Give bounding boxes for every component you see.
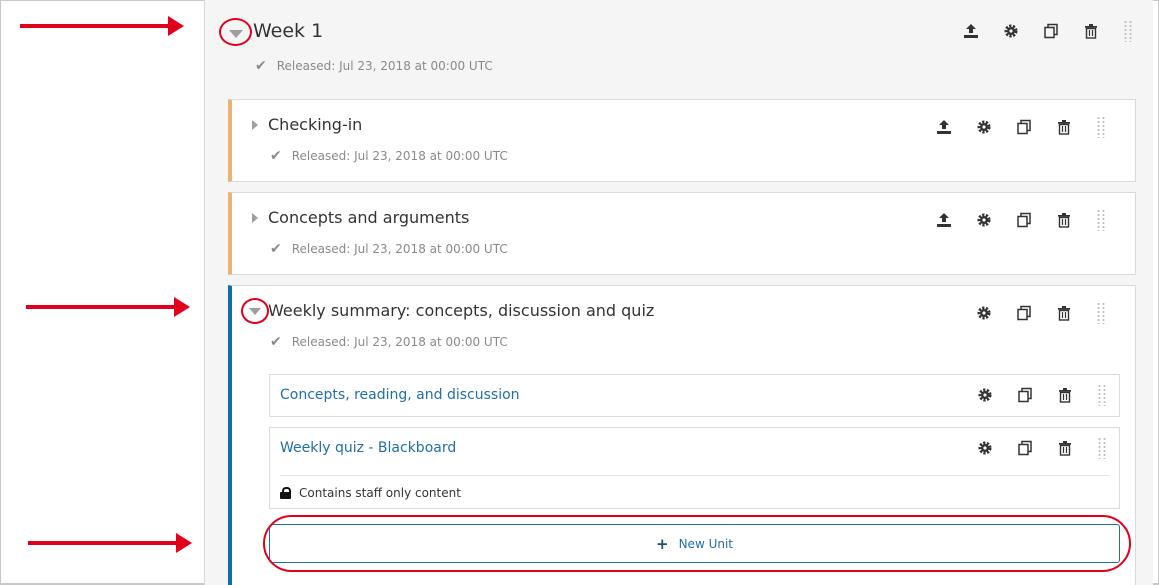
duplicate-button[interactable] xyxy=(1004,302,1044,324)
gear-icon xyxy=(978,388,992,402)
settings-button[interactable] xyxy=(965,437,1005,459)
duplicate-button[interactable] xyxy=(1031,20,1071,42)
trash-icon xyxy=(1058,306,1070,321)
unit-title-link[interactable]: Concepts, reading, and discussion xyxy=(280,387,520,403)
trash-icon xyxy=(1058,213,1070,228)
delete-button[interactable] xyxy=(1044,209,1084,231)
publish-button[interactable] xyxy=(951,20,991,42)
annotation-oval-new-unit xyxy=(263,515,1131,572)
drag-handle-icon[interactable] xyxy=(1096,209,1106,231)
gear-icon xyxy=(978,441,992,455)
check-icon: ✔ xyxy=(270,241,282,257)
unit-actions xyxy=(965,437,1107,459)
publish-button[interactable] xyxy=(924,209,964,231)
gear-icon xyxy=(1004,24,1018,38)
subsection-concepts-and-arguments: Concepts and arguments ✔ Released: Jul 2… xyxy=(228,192,1136,275)
subsection-actions xyxy=(964,302,1106,324)
section-release-status: ✔ Released: Jul 23, 2018 at 00:00 UTC xyxy=(255,58,493,74)
subsection-checking-in: Checking-in ✔ Released: Jul 23, 2018 at … xyxy=(228,99,1136,182)
subsection-actions xyxy=(924,209,1106,231)
drag-handle-icon[interactable] xyxy=(1096,302,1106,324)
annotation-arrow-new-unit xyxy=(28,533,192,553)
drag-handle-icon[interactable] xyxy=(1123,20,1133,42)
section-actions xyxy=(951,20,1133,42)
gear-icon xyxy=(977,306,991,320)
settings-button[interactable] xyxy=(965,384,1005,406)
release-text: Released: Jul 23, 2018 at 00:00 UTC xyxy=(291,335,508,349)
unit-actions xyxy=(965,384,1107,406)
unit-weekly-quiz: Weekly quiz - Blackboard Contains staff … xyxy=(269,427,1120,509)
release-text: Released: Jul 23, 2018 at 00:00 UTC xyxy=(276,59,493,73)
gear-icon xyxy=(977,120,991,134)
release-text: Released: Jul 23, 2018 at 00:00 UTC xyxy=(291,149,508,163)
settings-button[interactable] xyxy=(991,20,1031,42)
subsection-release-status: ✔ Released: Jul 23, 2018 at 00:00 UTC xyxy=(270,241,508,257)
subsection-title[interactable]: Weekly summary: concepts, discussion and… xyxy=(268,301,654,320)
delete-button[interactable] xyxy=(1071,20,1111,42)
settings-button[interactable] xyxy=(964,209,1004,231)
publish-icon xyxy=(964,24,978,38)
check-icon: ✔ xyxy=(270,148,282,164)
check-icon: ✔ xyxy=(270,334,282,350)
annotation-circle-subsection-expand xyxy=(241,298,269,324)
settings-button[interactable] xyxy=(964,116,1004,138)
delete-button[interactable] xyxy=(1045,437,1085,459)
subsection-title[interactable]: Checking-in xyxy=(268,115,362,134)
subsection-release-status: ✔ Released: Jul 23, 2018 at 00:00 UTC xyxy=(270,148,508,164)
unit-divider xyxy=(280,475,1109,476)
annotation-arrow-section xyxy=(20,16,184,36)
release-text: Released: Jul 23, 2018 at 00:00 UTC xyxy=(291,242,508,256)
publish-icon xyxy=(937,120,951,134)
trash-icon xyxy=(1085,24,1097,39)
delete-button[interactable] xyxy=(1045,384,1085,406)
drag-handle-icon[interactable] xyxy=(1097,384,1107,406)
unit-concepts-reading-discussion: Concepts, reading, and discussion xyxy=(269,374,1120,417)
duplicate-button[interactable] xyxy=(1004,116,1044,138)
subsection-title[interactable]: Concepts and arguments xyxy=(268,208,469,227)
duplicate-icon xyxy=(1018,387,1032,403)
duplicate-icon xyxy=(1017,212,1031,228)
settings-button[interactable] xyxy=(964,302,1004,324)
delete-button[interactable] xyxy=(1044,302,1084,324)
staff-only-text: Contains staff only content xyxy=(299,486,461,500)
trash-icon xyxy=(1058,120,1070,135)
staff-only-notice: Contains staff only content xyxy=(280,486,461,500)
trash-icon xyxy=(1059,441,1071,456)
publish-button[interactable] xyxy=(924,116,964,138)
trash-icon xyxy=(1059,388,1071,403)
unit-title-link[interactable]: Weekly quiz - Blackboard xyxy=(280,440,456,456)
section-title[interactable]: Week 1 xyxy=(253,20,323,42)
subsection-release-status: ✔ Released: Jul 23, 2018 at 00:00 UTC xyxy=(270,334,508,350)
drag-handle-icon[interactable] xyxy=(1096,116,1106,138)
duplicate-icon xyxy=(1017,119,1031,135)
annotation-arrow-subsection xyxy=(26,297,190,317)
publish-icon xyxy=(937,213,951,227)
check-icon: ✔ xyxy=(255,58,267,74)
duplicate-button[interactable] xyxy=(1005,437,1045,459)
gear-icon xyxy=(977,213,991,227)
duplicate-icon xyxy=(1017,305,1031,321)
lock-icon xyxy=(280,487,291,499)
duplicate-button[interactable] xyxy=(1005,384,1045,406)
duplicate-button[interactable] xyxy=(1004,209,1044,231)
duplicate-icon xyxy=(1018,440,1032,456)
duplicate-icon xyxy=(1044,23,1058,39)
chevron-right-icon[interactable] xyxy=(252,120,258,130)
drag-handle-icon[interactable] xyxy=(1097,437,1107,459)
chevron-right-icon[interactable] xyxy=(252,213,258,223)
annotation-circle-section-expand xyxy=(219,18,252,46)
delete-button[interactable] xyxy=(1044,116,1084,138)
subsection-actions xyxy=(924,116,1106,138)
